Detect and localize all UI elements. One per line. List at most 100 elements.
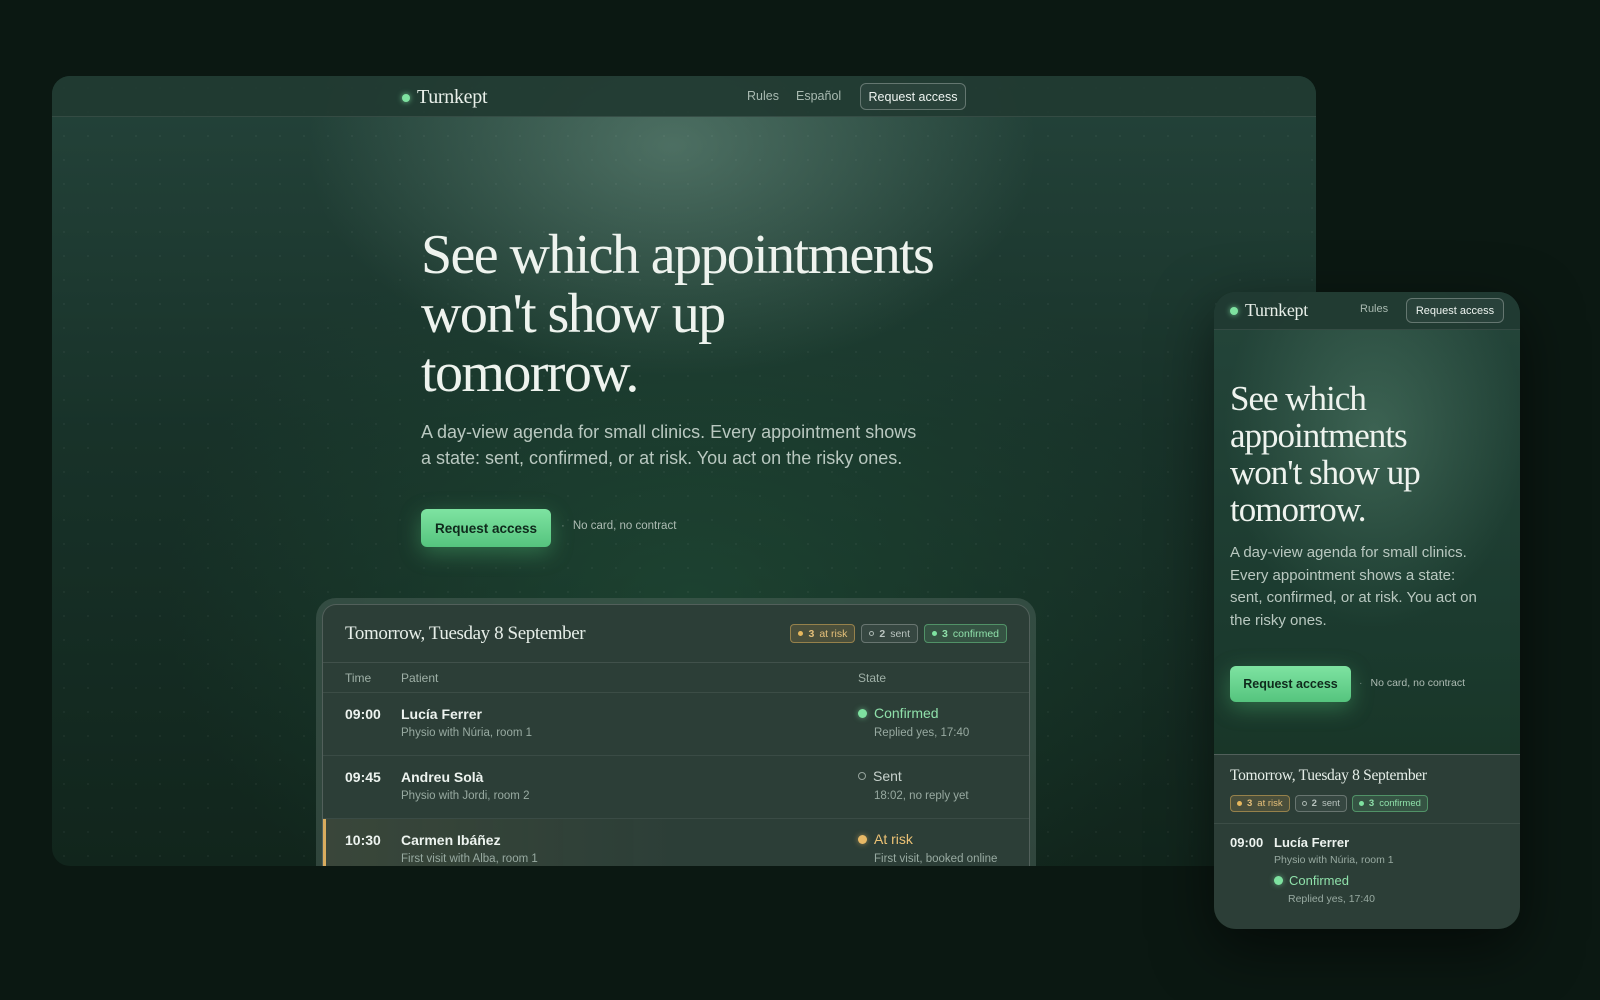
cta-note: · No card, no contract <box>1359 677 1465 689</box>
confirmed-dot-icon <box>1274 876 1283 885</box>
badge-label: sent <box>890 627 911 640</box>
hero-title: See which appointments won't show up tom… <box>421 224 935 404</box>
desktop-preview: Turnkept Rules Español Request access Se… <box>52 76 1316 866</box>
sent-dot-icon <box>1301 801 1307 806</box>
badge-label: confirmed <box>1379 798 1421 809</box>
hero-subtitle-line: Every appointment shows a state: <box>1230 566 1456 584</box>
agenda-card: Tomorrow, Tuesday 8 September 3 at risk … <box>1214 754 1520 929</box>
appointment-detail: Physio with Jordi, room 2 <box>401 790 530 802</box>
state-note: Replied yes, 17:40 <box>874 727 970 739</box>
appointment-time: 09:45 <box>345 769 381 785</box>
hero-title-line: tomorrow. <box>421 342 639 404</box>
state-label: Sent <box>858 768 902 784</box>
hero-subtitle-line: A day-view agenda for small clinics. <box>1230 544 1467 561</box>
brand-logo[interactable]: Turnkept <box>1230 300 1308 321</box>
nav-link-rules[interactable]: Rules <box>747 89 779 103</box>
nav-link-rules[interactable]: Rules <box>1360 303 1388 315</box>
appointment-time: 09:00 <box>345 706 381 722</box>
confirmed-dot-icon <box>858 708 867 718</box>
hero-title-line: See which <box>1230 379 1367 418</box>
agenda-card: Tomorrow, Tuesday 8 September 3 at risk … <box>322 604 1030 866</box>
nav-request-access-button[interactable]: Request access <box>860 83 966 110</box>
status-summary: 3 at risk 2 sent 3 confirmed <box>790 624 1007 643</box>
mobile-preview: Turnkept Rules Request access See which … <box>1214 292 1520 929</box>
mobile-top-nav: Turnkept Rules Request access <box>1214 292 1520 330</box>
hero-title: See which appointments won't show up tom… <box>1230 379 1421 529</box>
status-summary: 3 at risk 2 sent 3 confirmed <box>1230 795 1428 812</box>
top-nav: Turnkept Rules Español Request access <box>52 76 1316 117</box>
state-label: At risk <box>858 831 913 847</box>
summary-badge-sent[interactable]: 2 sent <box>1294 795 1347 812</box>
badge-label: at risk <box>1257 798 1283 809</box>
column-state: State <box>858 671 887 685</box>
summary-badge-at-risk[interactable]: 3 at risk <box>1230 795 1290 812</box>
summary-badge-sent[interactable]: 2 sent <box>861 624 919 643</box>
appointment-row-at-risk[interactable]: 10:30 Carmen Ibáñez First visit with Alb… <box>323 819 1029 866</box>
state-note: Replied yes, 17:40 <box>1288 893 1375 905</box>
confirmed-dot-icon <box>932 631 938 636</box>
hero-subtitle-line: A day-view agenda for small clinics. Eve… <box>421 422 917 442</box>
nav-request-access-button[interactable]: Request access <box>1406 298 1504 323</box>
badge-count: 2 <box>1311 798 1317 809</box>
separator-dot: · <box>1359 677 1363 689</box>
brand-name: Turnkept <box>417 86 488 108</box>
agenda-column-headers: Time Patient State <box>323 663 1029 693</box>
hero-title-line: won't show up <box>421 283 726 345</box>
summary-badge-at-risk[interactable]: 3 at risk <box>790 624 856 643</box>
hero-title-line: appointments <box>1230 416 1408 455</box>
state-label: Confirmed <box>1274 873 1349 888</box>
appointment-time: 10:30 <box>345 832 381 848</box>
hero-subtitle-line: the risky ones. <box>1230 611 1327 629</box>
hero-request-access-button[interactable]: Request access <box>421 509 551 547</box>
badge-label: at risk <box>819 627 848 640</box>
appointment-row[interactable]: 09:00 Lucía Ferrer Physio with Núria, ro… <box>1214 824 1520 928</box>
badge-count: 3 <box>942 627 948 640</box>
state-text: Confirmed <box>1289 873 1349 888</box>
hero-title-line: tomorrow. <box>1230 490 1367 529</box>
appointment-detail: Physio with Núria, room 1 <box>1274 854 1394 866</box>
sent-dot-icon <box>858 772 866 780</box>
column-time: Time <box>345 671 372 685</box>
appointment-row[interactable]: 09:45 Andreu Solà Physio with Jordi, roo… <box>323 756 1029 819</box>
appointment-time: 09:00 <box>1230 835 1264 850</box>
badge-count: 3 <box>1368 798 1375 809</box>
badge-label: confirmed <box>952 627 999 640</box>
hero-title-line: won't show up <box>1230 453 1421 492</box>
state-label: Confirmed <box>858 705 939 721</box>
brand-name: Turnkept <box>1245 300 1308 320</box>
hero-subtitle: A day-view agenda for small clinics. Eve… <box>1230 542 1477 632</box>
hero-title-line: See which appointments <box>421 224 935 286</box>
agenda-date: Tomorrow, Tuesday 8 September <box>345 623 586 644</box>
appointment-detail: Physio with Núria, room 1 <box>401 727 533 739</box>
at-risk-dot-icon <box>798 631 804 636</box>
hero-subtitle: A day-view agenda for small clinics. Eve… <box>421 419 916 471</box>
state-note: 18:02, no reply yet <box>874 790 969 802</box>
patient-name: Lucía Ferrer <box>401 706 482 722</box>
patient-name: Lucía Ferrer <box>1274 835 1350 850</box>
hero-request-access-button[interactable]: Request access <box>1230 666 1351 702</box>
column-patient: Patient <box>401 671 439 685</box>
hero-subtitle-line: sent, confirmed, or at risk. You act on <box>1230 589 1477 606</box>
brand-dot-icon <box>1230 306 1238 315</box>
state-text: At risk <box>874 831 913 847</box>
badge-count: 2 <box>879 627 886 640</box>
nav-link-language[interactable]: Español <box>796 89 841 103</box>
confirmed-dot-icon <box>1358 801 1364 806</box>
brand-dot-icon <box>402 93 410 102</box>
state-text: Confirmed <box>874 705 939 721</box>
cta-note-text: No card, no contract <box>1370 677 1466 689</box>
summary-badge-confirmed[interactable]: 3 confirmed <box>1351 795 1428 812</box>
hero-subtitle-line: a state: sent, confirmed, or at risk. Yo… <box>421 448 903 468</box>
brand-logo[interactable]: Turnkept <box>402 86 488 109</box>
summary-badge-confirmed[interactable]: 3 confirmed <box>924 624 1007 643</box>
appointment-row[interactable]: 09:00 Lucía Ferrer Physio with Núria, ro… <box>323 693 1029 756</box>
at-risk-dot-icon <box>1237 801 1242 806</box>
state-text: Sent <box>873 768 902 784</box>
patient-name: Andreu Solà <box>401 769 484 785</box>
badge-label: sent <box>1321 798 1340 809</box>
badge-count: 3 <box>1247 798 1253 809</box>
appointment-detail: First visit with Alba, room 1 <box>401 853 538 865</box>
state-note: First visit, booked online <box>874 853 998 865</box>
cta-note: · No card, no contract <box>561 520 676 532</box>
sent-dot-icon <box>869 631 875 636</box>
